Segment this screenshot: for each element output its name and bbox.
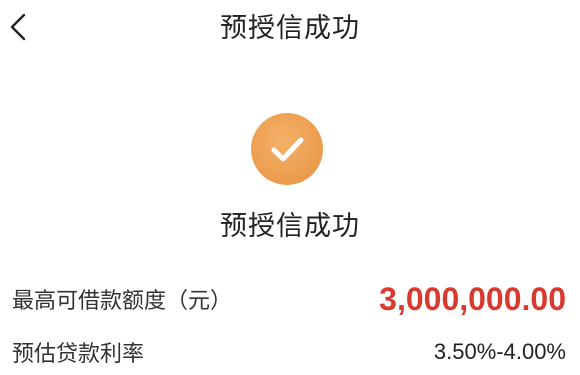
max-limit-label: 最高可借款额度（元） [12, 289, 233, 314]
status-message: 预授信成功 [220, 211, 360, 242]
max-limit-row: 最高可借款额度（元） 3,000,000.00 [12, 281, 566, 317]
check-circle-icon [251, 113, 323, 185]
max-limit-value: 3,000,000.00 [379, 280, 566, 317]
interest-rate-label: 预估贷款利率 [12, 342, 145, 367]
navigation-bar: 预授信成功 [0, 0, 580, 62]
page-title: 预授信成功 [220, 13, 360, 44]
interest-rate-row: 预估贷款利率 3.50%-4.00% [12, 336, 566, 368]
interest-rate-value: 3.50%-4.00% [433, 339, 566, 364]
